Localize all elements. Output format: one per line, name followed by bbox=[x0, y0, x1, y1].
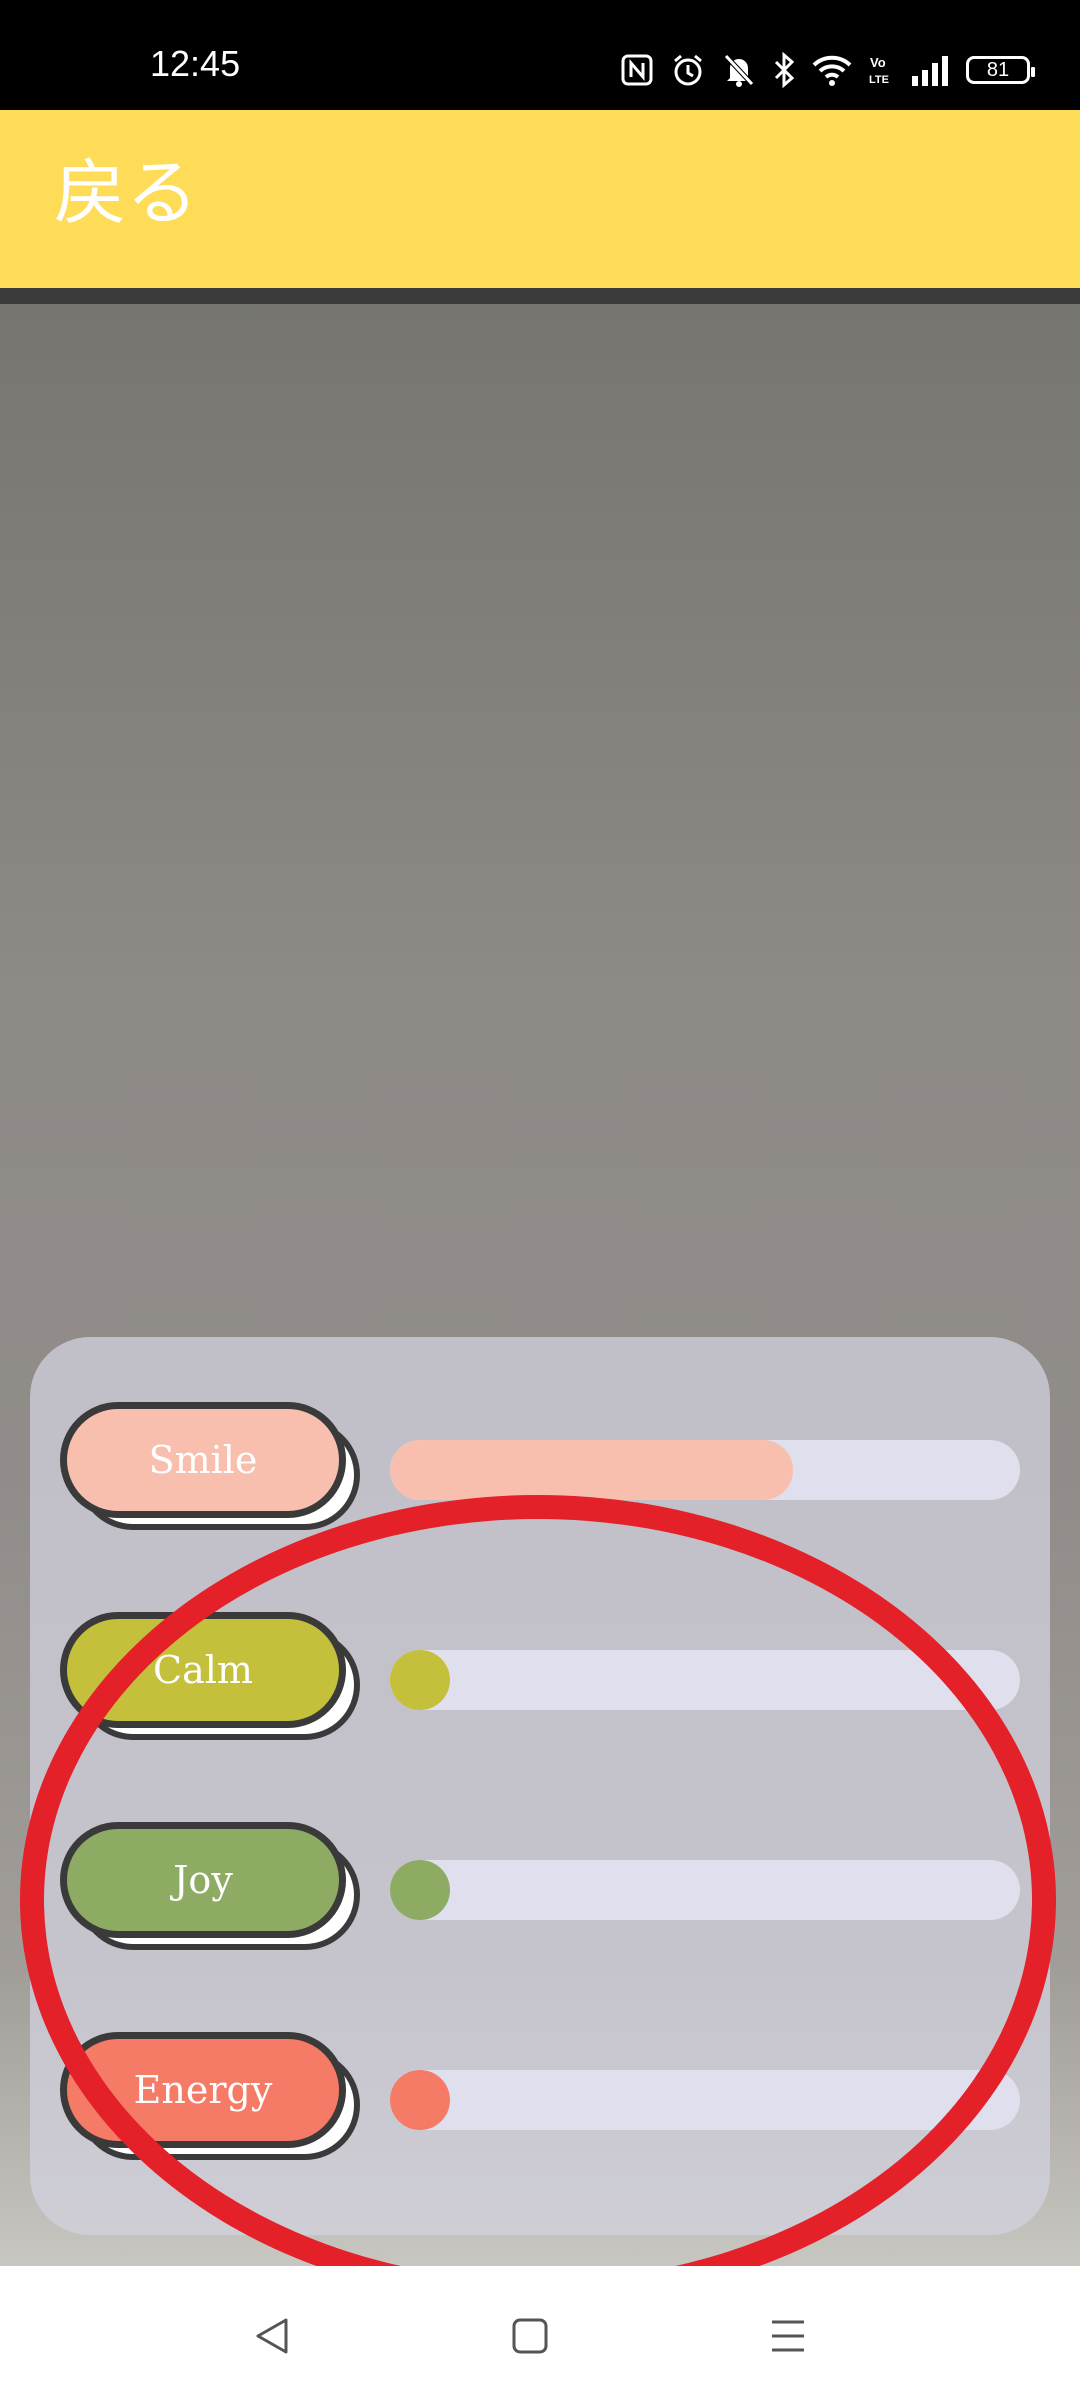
battery-icon: 81 bbox=[966, 56, 1035, 84]
nfc-icon bbox=[621, 54, 653, 86]
app-bar-divider bbox=[0, 288, 1080, 304]
nav-back-button[interactable] bbox=[232, 2296, 312, 2376]
back-button[interactable]: 戻る bbox=[54, 148, 198, 238]
back-triangle-icon bbox=[256, 2318, 288, 2354]
home-square-icon bbox=[512, 2318, 548, 2354]
menu-lines-icon bbox=[772, 2320, 804, 2352]
mood-button-smile[interactable]: Smile bbox=[60, 1402, 346, 1518]
status-icons: Vo LTE 81 bbox=[620, 46, 1035, 94]
status-bar: 12:45 Vo LTE 81 bbox=[0, 0, 1080, 110]
status-time: 12:45 bbox=[150, 43, 241, 84]
wifi-icon bbox=[812, 55, 852, 86]
svg-text:Vo: Vo bbox=[870, 55, 886, 70]
nav-home-button[interactable] bbox=[490, 2296, 570, 2376]
mood-slider-track[interactable] bbox=[390, 1440, 1020, 1500]
volte-icon: Vo LTE bbox=[869, 55, 889, 86]
system-nav-bar bbox=[0, 2266, 1080, 2400]
svg-text:LTE: LTE bbox=[869, 74, 889, 86]
alarm-icon bbox=[674, 54, 702, 86]
signal-icon bbox=[912, 56, 948, 86]
bluetooth-icon bbox=[774, 52, 795, 88]
mood-slider-fill bbox=[390, 1440, 794, 1500]
red-annotation-circle bbox=[20, 1495, 1056, 2305]
mute-icon bbox=[724, 54, 754, 87]
nav-menu-button[interactable] bbox=[748, 2296, 828, 2376]
